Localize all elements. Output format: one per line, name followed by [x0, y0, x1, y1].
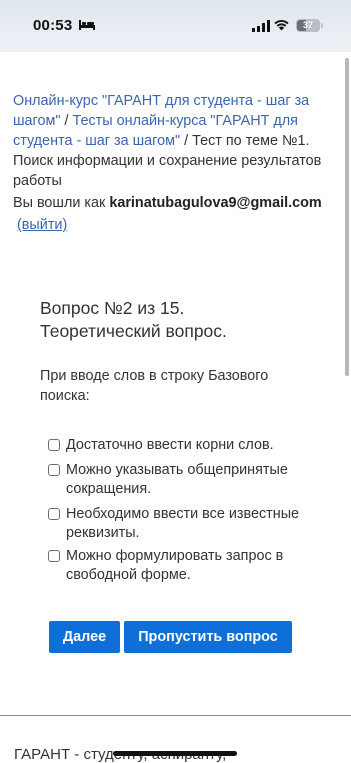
- question-title: Вопрос №2 из 15. Теоретический вопрос.: [40, 297, 227, 343]
- footer-divider: [0, 715, 351, 716]
- answer-checkbox[interactable]: [48, 508, 60, 520]
- answer-option[interactable]: Можно формулировать запрос в свободной ф…: [48, 547, 318, 585]
- question-type: Теоретический вопрос.: [40, 321, 227, 341]
- skip-question-button[interactable]: Пропустить вопрос: [124, 621, 292, 653]
- answer-checkbox[interactable]: [48, 550, 60, 562]
- answer-label: Необходимо ввести все известные реквизит…: [66, 506, 300, 541]
- user-email: karinatubagulova9@gmail.com: [109, 195, 322, 211]
- answer-checkbox[interactable]: [48, 439, 60, 451]
- answer-option[interactable]: Можно указывать общепринятые сокращения.: [48, 461, 318, 499]
- cellular-signal-icon: [252, 20, 270, 32]
- answer-checkbox[interactable]: [48, 464, 60, 476]
- answer-label: Можно формулировать запрос в свободной ф…: [66, 548, 284, 583]
- battery-icon: 37: [296, 19, 320, 32]
- scrollbar[interactable]: [345, 58, 349, 376]
- status-bar: 00:53 37: [0, 0, 351, 52]
- login-prefix: Вы вошли как: [13, 195, 110, 211]
- answer-label: Можно указывать общепринятые сокращения.: [66, 462, 288, 497]
- login-info: Вы вошли как karinatubagulova9@gmail.com: [13, 193, 343, 213]
- breadcrumb-separator: /: [180, 133, 193, 149]
- battery-level: 37: [302, 20, 313, 30]
- next-button[interactable]: Далее: [49, 621, 120, 653]
- question-number: Вопрос №2 из 15.: [40, 298, 185, 318]
- question-text: При вводе слов в строку Базового поиска:: [40, 368, 269, 404]
- answer-option[interactable]: Достаточно ввести корни слов.: [48, 436, 318, 455]
- wifi-icon: [274, 20, 289, 31]
- home-indicator[interactable]: [113, 751, 237, 756]
- breadcrumb-separator: /: [60, 113, 73, 129]
- answer-label: Достаточно ввести корни слов.: [66, 437, 274, 453]
- breadcrumb: Онлайн-курс "ГАРАНТ для студента - шаг з…: [13, 91, 335, 191]
- status-time: 00:53: [33, 17, 73, 34]
- answer-option[interactable]: Необходимо ввести все известные реквизит…: [48, 505, 318, 543]
- logout-link[interactable]: (выйти): [17, 217, 67, 233]
- sleep-focus-icon: [79, 20, 95, 30]
